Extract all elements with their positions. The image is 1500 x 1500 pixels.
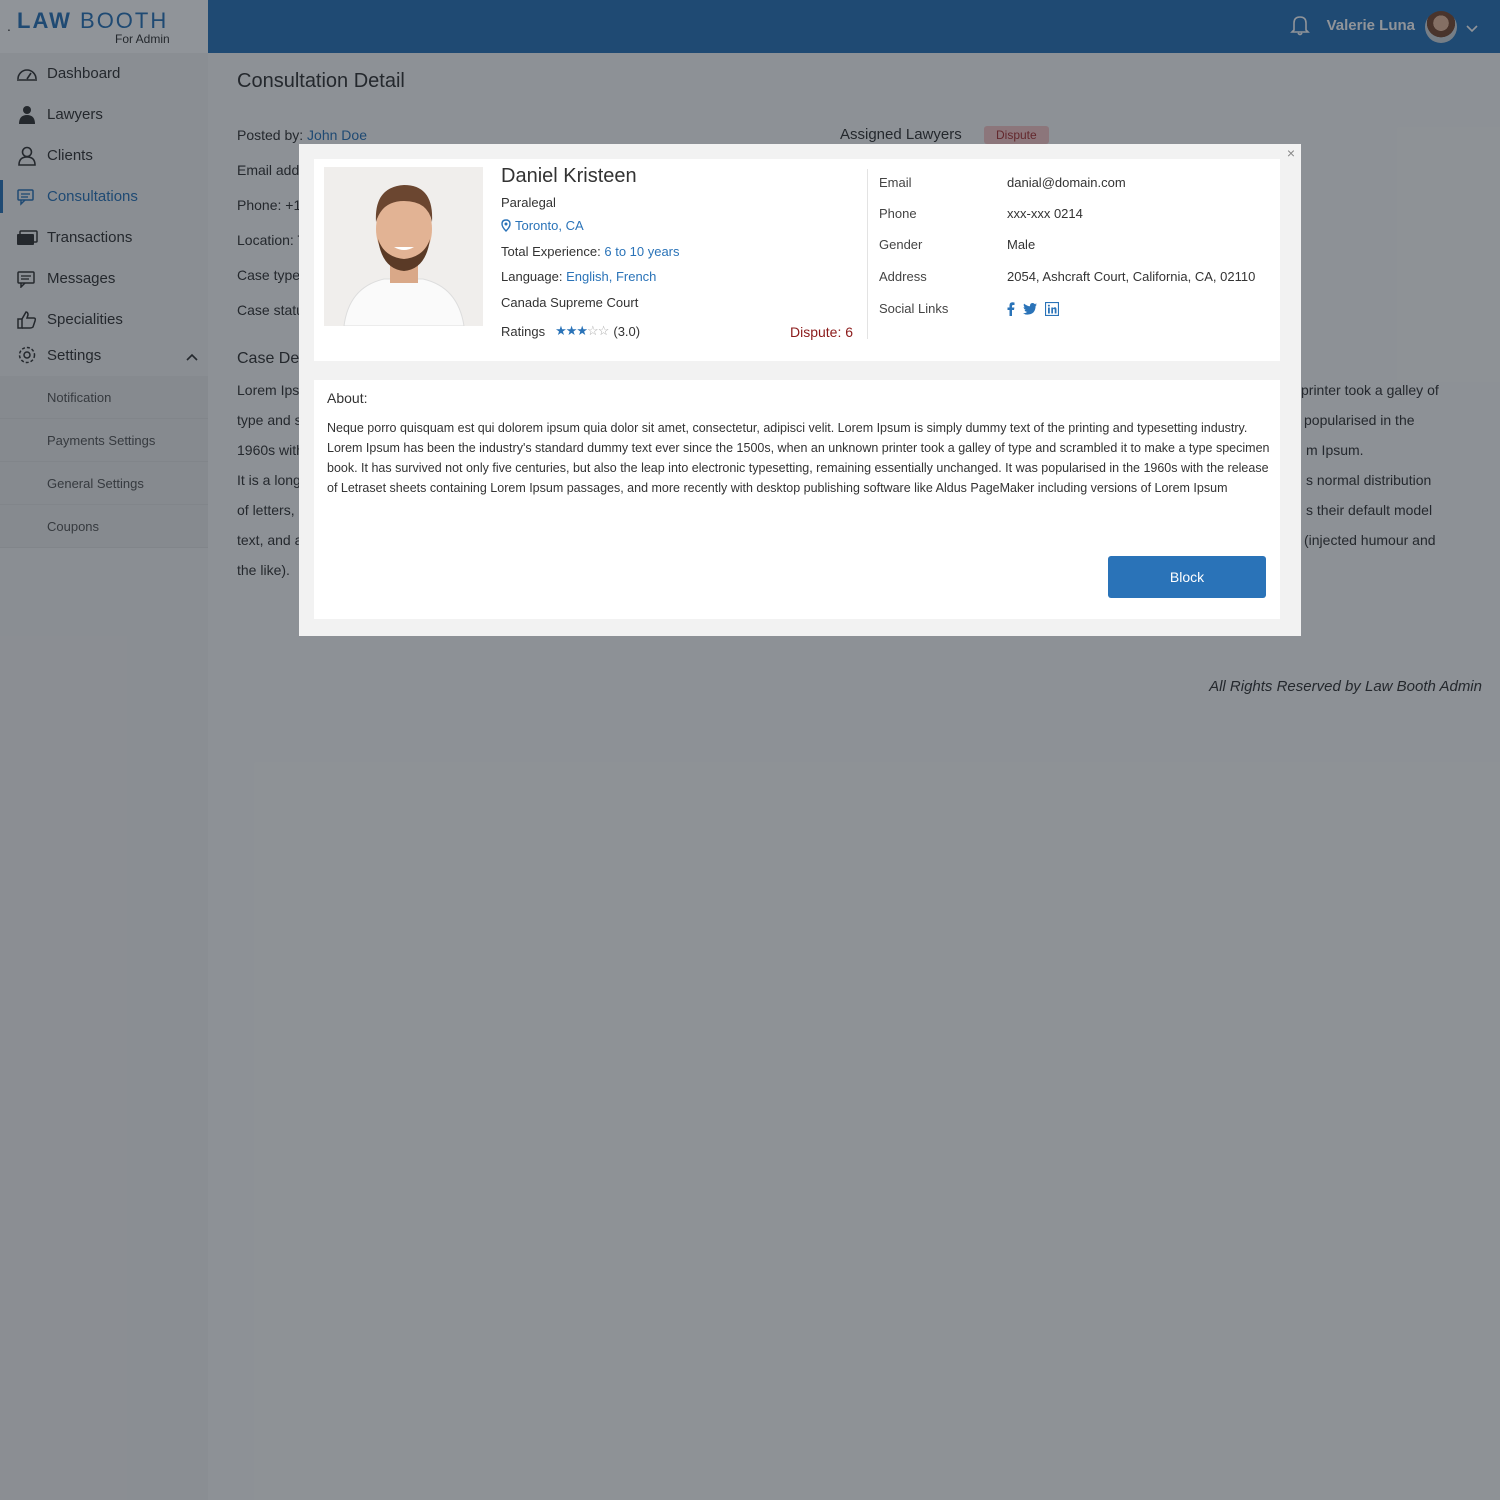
about-heading: About: xyxy=(327,390,368,406)
lawyer-role: Paralegal xyxy=(501,195,556,210)
rating-value: (3.0) xyxy=(613,323,641,339)
lawyer-court: Canada Supreme Court xyxy=(501,295,639,310)
facebook-icon[interactable] xyxy=(1007,301,1015,316)
info-email: Email danial@domain.com xyxy=(879,175,1126,190)
lawyer-photo xyxy=(324,167,483,326)
linkedin-icon[interactable] xyxy=(1045,301,1059,316)
rating-stars: ★★★☆☆ xyxy=(555,323,610,339)
info-address: Address 2054, Ashcraft Court, California,… xyxy=(879,269,1256,284)
star-filled-icon: ★ xyxy=(576,323,588,338)
location-pin-icon xyxy=(501,219,511,232)
divider xyxy=(867,169,868,339)
lawyer-detail-modal: × Daniel Kristeen Paralegal Toronto, CA … xyxy=(299,144,1301,636)
close-icon[interactable]: × xyxy=(1287,145,1295,161)
lawyer-name: Daniel Kristeen xyxy=(501,165,637,187)
star-empty-icon: ☆ xyxy=(597,323,610,338)
star-empty-icon: ☆ xyxy=(587,323,599,338)
block-button[interactable]: Block xyxy=(1108,556,1266,598)
info-gender: Gender Male xyxy=(879,237,1036,252)
dispute-count: Dispute: 6 xyxy=(790,324,854,340)
lawyer-profile-card: Daniel Kristeen Paralegal Toronto, CA To… xyxy=(314,159,1280,361)
twitter-icon[interactable] xyxy=(1023,302,1037,315)
star-filled-icon: ★ xyxy=(565,323,578,338)
lawyer-experience: Total Experience: 6 to 10 years xyxy=(501,244,680,259)
info-social: Social Links xyxy=(879,301,1059,316)
lawyer-language: Language: English, French xyxy=(501,269,657,284)
lawyer-location: Toronto, CA xyxy=(501,218,584,233)
about-card: About: Neque porro quisquam est qui dolo… xyxy=(314,380,1280,619)
info-phone: Phone xxx-xxx 0214 xyxy=(879,206,1083,221)
star-filled-icon: ★ xyxy=(555,323,567,338)
lawyer-ratings: Ratings ★★★☆☆ (3.0) xyxy=(501,323,641,339)
about-text: Neque porro quisquam est qui dolorem ips… xyxy=(327,421,1270,495)
